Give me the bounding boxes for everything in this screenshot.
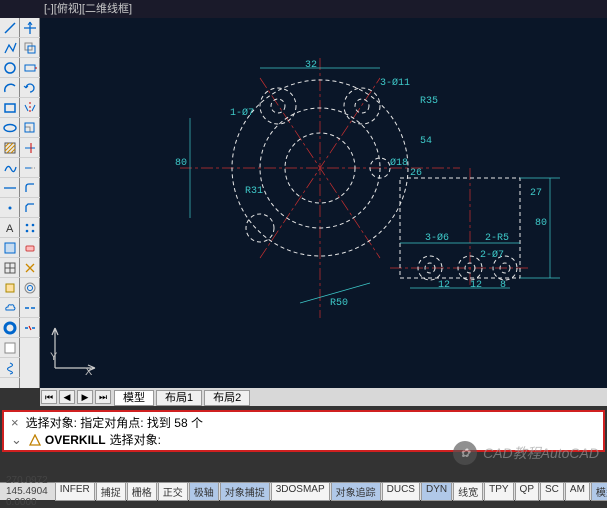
copy-tool[interactable]	[20, 38, 40, 58]
wipeout-tool[interactable]	[0, 338, 20, 358]
watermark: ✿ CAD教程AutoCAD	[453, 441, 599, 465]
status-bar: 270.0972 145.4904 0.0000 INFER捕捉栅格正交极轴对象…	[0, 482, 607, 500]
dim-r31: R31	[245, 186, 263, 197]
modify-toolbar	[20, 18, 40, 388]
donut-tool[interactable]	[0, 318, 20, 338]
spline-tool[interactable]	[0, 158, 20, 178]
wechat-icon: ✿	[453, 441, 477, 465]
status-toggle[interactable]: SC	[540, 482, 564, 501]
status-toggle[interactable]: 捕捉	[96, 482, 126, 501]
drawing-canvas[interactable]: 32 3-Ø11 1-Ø7 R35 80 54 R31 Ø18 27 80 3-…	[40, 18, 607, 388]
dim-1-07: 1-Ø7	[230, 108, 254, 119]
chamfer-tool[interactable]	[20, 198, 40, 218]
drawing-geometry	[40, 18, 607, 388]
layout-tab[interactable]: 模型	[114, 390, 154, 406]
region-tool[interactable]	[0, 278, 20, 298]
dim-r50: R50	[330, 298, 348, 309]
dim-54: 54	[420, 136, 432, 147]
scale-tool[interactable]	[20, 118, 40, 138]
move-tool[interactable]	[20, 18, 40, 38]
coords-readout: 270.0972 145.4904 0.0000	[0, 475, 54, 508]
status-toggle[interactable]: QP	[515, 482, 539, 501]
revcloud-tool[interactable]	[0, 298, 20, 318]
text-tool[interactable]: A	[0, 218, 20, 238]
status-toggle[interactable]: AM	[565, 482, 590, 501]
offset-tool[interactable]	[20, 278, 40, 298]
layout-tabs-bar: ⏮ ◀ ▶ ⏭ 模型布局1布局2	[40, 388, 607, 406]
tab-nav-last[interactable]: ⏭	[95, 390, 111, 404]
draw-toolbar: A	[0, 18, 20, 388]
dim-32: 32	[305, 60, 317, 71]
watermark-text: CAD教程AutoCAD	[483, 443, 599, 463]
dim-3-011: 3-Ø11	[380, 78, 410, 89]
ellipse-tool[interactable]	[0, 118, 20, 138]
break-tool[interactable]	[20, 318, 40, 338]
dim-3-06: 3-Ø6	[425, 233, 449, 244]
join-tool[interactable]	[20, 298, 40, 318]
dim-80a: 80	[175, 158, 187, 169]
array-tool[interactable]	[20, 218, 40, 238]
status-toggle[interactable]: 正交	[158, 482, 188, 501]
dim-12b: 12	[470, 280, 482, 291]
command-prompt[interactable]: 选择对象:	[110, 431, 161, 448]
explode-tool[interactable]	[20, 258, 40, 278]
point-tool[interactable]	[0, 198, 20, 218]
command-icon	[29, 434, 41, 446]
dim-80b: 80	[535, 218, 547, 229]
stretch-tool[interactable]	[20, 58, 40, 78]
tab-nav-first[interactable]: ⏮	[41, 390, 57, 404]
status-toggle[interactable]: DUCS	[382, 482, 420, 501]
command-history-line: 选择对象: 指定对角点: 找到 58 个	[26, 414, 203, 431]
block-tool[interactable]	[0, 238, 20, 258]
line-tool[interactable]	[0, 18, 20, 38]
polyline-tool[interactable]	[0, 38, 20, 58]
dim-018: Ø18	[390, 158, 408, 169]
dim-2-07: 2-Ø7	[480, 250, 504, 261]
rect-tool[interactable]	[0, 98, 20, 118]
caret-icon[interactable]: ⌄	[8, 432, 25, 448]
construction-tool[interactable]	[0, 178, 20, 198]
status-toggle[interactable]: 线宽	[453, 482, 483, 501]
rotate-tool[interactable]	[20, 78, 40, 98]
status-toggle[interactable]: INFER	[55, 482, 95, 501]
dim-26: 26	[410, 168, 422, 179]
extend-tool[interactable]	[20, 158, 40, 178]
hatch-tool[interactable]	[0, 138, 20, 158]
erase-tool[interactable]	[20, 238, 40, 258]
fillet-tool[interactable]	[20, 178, 40, 198]
tab-nav-prev[interactable]: ◀	[59, 390, 75, 404]
status-toggle[interactable]: TPY	[484, 482, 513, 501]
status-toggle[interactable]: 模型	[591, 482, 607, 501]
dim-2-r5: 2-R5	[485, 233, 509, 244]
tab-nav-next[interactable]: ▶	[77, 390, 93, 404]
trim-tool[interactable]	[20, 138, 40, 158]
layout-tab[interactable]: 布局2	[204, 390, 250, 406]
layout-tab[interactable]: 布局1	[156, 390, 202, 406]
viewport-label: [-][俯视][二维线框]	[0, 0, 607, 18]
dim-8: 8	[500, 280, 506, 291]
helix-tool[interactable]	[0, 358, 20, 378]
command-name: OVERKILL	[45, 433, 106, 447]
svg-text:A: A	[6, 223, 14, 235]
status-toggle[interactable]: 栅格	[127, 482, 157, 501]
status-toggle[interactable]: 3DOSMAP	[271, 482, 330, 501]
table-tool[interactable]	[0, 258, 20, 278]
circle-tool[interactable]	[0, 58, 20, 78]
ucs-y-label: Y	[50, 351, 57, 363]
close-icon[interactable]: ×	[8, 415, 22, 430]
status-toggle[interactable]: 对象追踪	[331, 482, 381, 501]
status-toggle[interactable]: 极轴	[189, 482, 219, 501]
dim-12a: 12	[438, 280, 450, 291]
dim-27: 27	[530, 188, 542, 199]
status-toggle[interactable]: 对象捕捉	[220, 482, 270, 501]
mirror-tool[interactable]	[20, 98, 40, 118]
dim-r35: R35	[420, 96, 438, 107]
ucs-x-label: X	[85, 366, 92, 378]
arc-tool[interactable]	[0, 78, 20, 98]
status-toggle[interactable]: DYN	[421, 482, 452, 501]
ucs-indicator: Y X	[50, 323, 100, 378]
